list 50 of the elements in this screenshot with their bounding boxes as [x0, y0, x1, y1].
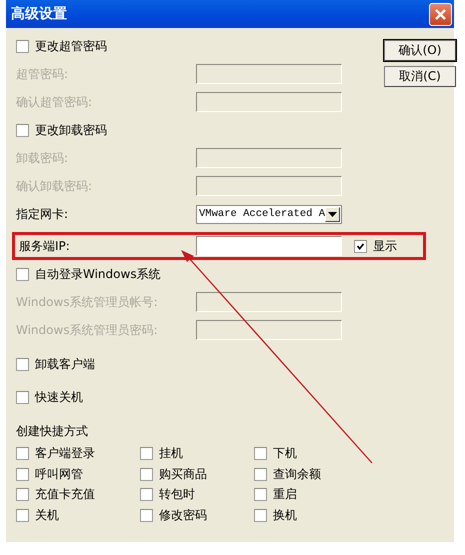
- checkbox[interactable]: [254, 488, 267, 502]
- checkbox[interactable]: [254, 508, 267, 522]
- section-title: 创建快捷方式: [16, 423, 89, 440]
- checkbox[interactable]: [140, 508, 153, 522]
- checkbox[interactable]: [16, 358, 29, 370]
- checkbox-label[interactable]: 更改卸载密码: [35, 122, 107, 138]
- input-field[interactable]: [196, 236, 342, 256]
- field-label: 服务端IP:: [19, 238, 71, 254]
- checkbox[interactable]: [16, 268, 29, 280]
- checkbox[interactable]: [140, 488, 153, 502]
- checkbox-label[interactable]: 更改超管密码: [35, 38, 107, 54]
- checkbox-label[interactable]: 查询余额: [273, 466, 321, 483]
- dialog-button[interactable]: 确认(O): [384, 40, 456, 61]
- field-label: 超管密码:: [16, 66, 70, 82]
- checkbox[interactable]: [16, 390, 29, 404]
- checkbox-label[interactable]: 显示: [373, 238, 397, 254]
- window-title: 高级设置: [11, 5, 67, 23]
- field-label: 卸载密码:: [16, 150, 70, 166]
- dropdown[interactable]: VMware Accelerated A: [196, 204, 342, 224]
- dialog-button[interactable]: 取消(C): [384, 66, 456, 87]
- checkbox-label[interactable]: 关机: [35, 506, 59, 524]
- checkbox-label[interactable]: 换机: [273, 506, 297, 524]
- field-label: Windows系统管理员帐号:: [16, 294, 159, 310]
- field-label: 确认超管密码:: [16, 94, 94, 110]
- field-label: Windows系统管理员密码:: [16, 322, 159, 338]
- field-label: 确认卸载密码:: [16, 178, 94, 194]
- checkbox-label[interactable]: 下机: [273, 444, 297, 462]
- checkbox-label[interactable]: 卸载客户端: [35, 356, 95, 372]
- checkbox-label[interactable]: 呼叫网管: [35, 466, 83, 483]
- checkbox[interactable]: [16, 124, 29, 136]
- checkbox[interactable]: [16, 468, 29, 481]
- checkbox-label[interactable]: 购买商品: [159, 466, 207, 483]
- field-label: 指定网卡:: [16, 206, 70, 222]
- checkbox[interactable]: [16, 488, 29, 502]
- checkbox-label[interactable]: 客户端登录: [35, 444, 95, 462]
- checkbox[interactable]: [354, 240, 367, 252]
- checkbox-label[interactable]: 自动登录Windows系统: [35, 266, 161, 282]
- checkbox[interactable]: [254, 468, 267, 481]
- checkbox[interactable]: [16, 446, 29, 460]
- checkbox-label[interactable]: 转包时: [159, 486, 195, 504]
- checkbox-label[interactable]: 快速关机: [35, 388, 83, 406]
- checkbox-label[interactable]: 重启: [273, 486, 297, 504]
- checkbox[interactable]: [140, 446, 153, 460]
- checkbox[interactable]: [16, 40, 29, 52]
- checkbox[interactable]: [16, 508, 29, 522]
- checkbox-label[interactable]: 挂机: [159, 444, 183, 462]
- checkbox-label[interactable]: 充值卡充值: [35, 486, 95, 504]
- checkbox[interactable]: [254, 446, 267, 460]
- checkbox-label[interactable]: 修改密码: [159, 506, 207, 524]
- checkbox[interactable]: [140, 468, 153, 481]
